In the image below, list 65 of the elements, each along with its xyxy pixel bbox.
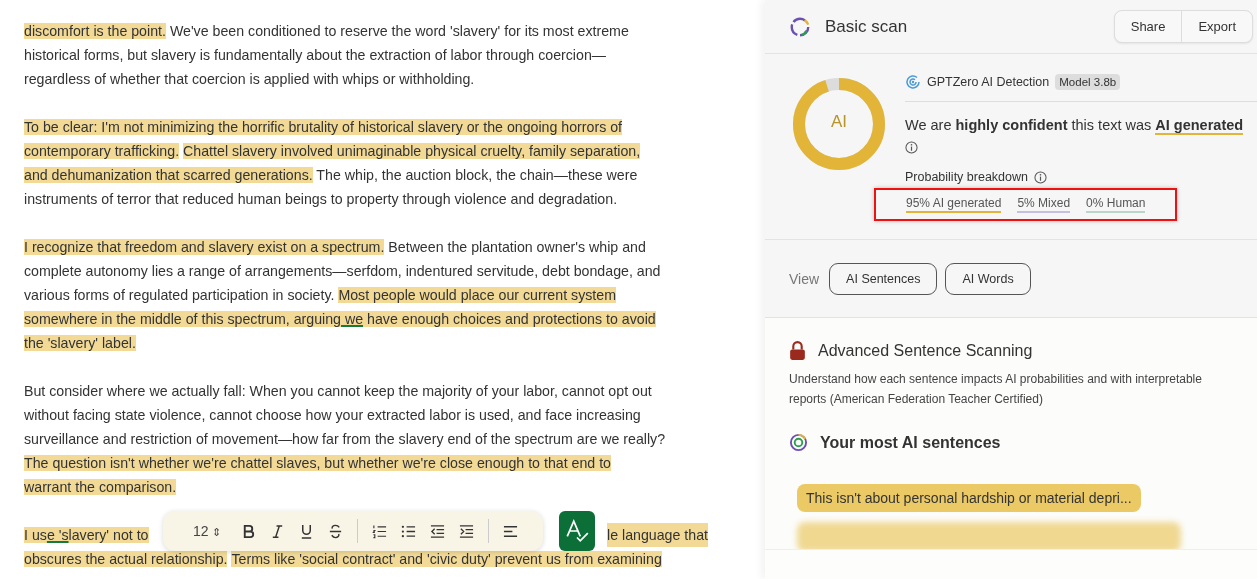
verdict-text: We are highly confident this text was (905, 117, 1152, 135)
model-badge: Model 3.8b (1055, 74, 1121, 90)
editor-text: historical forms, but slavery is fundamentally about the extraction of labor through coercion— (24, 47, 606, 63)
view-label: View (789, 270, 820, 287)
header-action-button[interactable]: Share (1114, 11, 1182, 42)
spellcheck-button[interactable] (559, 511, 595, 551)
scan-logo-icon (789, 433, 808, 452)
editor-text: contemporary trafficking. (24, 143, 180, 159)
editor-text: obscures the actual relationship. (24, 551, 228, 567)
editor-text: I us (24, 527, 47, 543)
scan-logo-icon (789, 15, 811, 38)
editor-text: le language that (607, 523, 708, 547)
editor-text: surveillance and restriction of movement—how far from the slavery end of the spectrum are we really? (24, 431, 666, 447)
editor-text: various forms of regulated participation in society. (24, 287, 336, 303)
numbered-list-icon[interactable] (372, 523, 388, 539)
probability-item: 95% AI generated (906, 196, 1002, 213)
editor-text: I recognize that freedom and slavery exist on a spectrum. (24, 239, 385, 255)
breakdown-title: Probability breakdown (905, 170, 1028, 184)
editor-text: lavery' not to (68, 527, 149, 543)
editor-text: Chattel slavery involved unimaginable physical cruelty, family separation, (183, 143, 641, 159)
editor-text: Most people would place our current system (338, 287, 616, 303)
editor-text: To be clear: I'm not minimizing the horrific brutality of historical slavery or the ongoing horrors of (24, 119, 623, 135)
editor-text: instruments of terror that reduced human beings to property through violence and degradation. (24, 191, 618, 207)
header-action-button[interactable]: Export (1181, 11, 1252, 42)
editor-text: without facing state violence, cannot choose how your extracted labor is used, and face increasing (24, 407, 641, 423)
panel-title: Basic scan (825, 16, 909, 37)
editor-text: The question isn't whether we're chattel slaves, but whether we're close enough to that end to (24, 455, 611, 471)
editor-text: regardless of whether that coercion is applied with whips or withholding. (24, 71, 475, 87)
editor-text: Terms like 'social contract' and 'civic duty' prevent us from examining (231, 551, 662, 567)
editor-text: and dehumanization that scarred generations. (24, 167, 313, 183)
align-left-icon[interactable] (503, 523, 519, 539)
editor-text: The whip, the auction block, the chain—these were (315, 167, 638, 183)
indent-icon[interactable] (459, 523, 475, 539)
editor-text: e 's (46, 527, 69, 543)
outdent-icon[interactable] (430, 523, 446, 539)
editor-text: have enough choices and protections to avoid (363, 311, 656, 327)
bold-icon[interactable] (241, 523, 257, 539)
editor-text: we (341, 311, 364, 327)
section-description: Understand how each sentence impacts AI probabilities and with interpretable reports (American Federation Teacher Certified) (789, 371, 1203, 408)
probability-item: 0% Human (1086, 196, 1146, 213)
bullet-list-icon[interactable] (401, 523, 417, 539)
editor-text: But consider where we actually fall: When you cannot keep the majority of your labor, cannot opt out (24, 383, 652, 399)
editor-text: somewhere in the middle of this spectrum, arguing (24, 311, 341, 327)
font-size-stepper[interactable]: 12 ⇕ (193, 518, 222, 544)
editor-text: complete autonomy lies a range of arrangements—serfdom, indentured servitude, debt bondage, and (24, 263, 661, 279)
editor-text: We've been conditioned to reserve the word 'slavery' for its most extreme (168, 23, 629, 39)
view-option-button[interactable]: AI Words (945, 262, 1031, 295)
strikethrough-icon[interactable] (328, 523, 344, 539)
section-title: Your most AI sentences (820, 433, 1001, 452)
detector-logo-icon (905, 74, 921, 90)
lock-icon (789, 340, 806, 361)
info-icon[interactable] (1034, 170, 1047, 184)
verdict-label: AI generated (1155, 117, 1244, 135)
editor-text: Between the plantation owner's whip and (387, 239, 646, 255)
section-title: Advanced Sentence Scanning (818, 341, 1033, 360)
view-option-button[interactable]: AI Sentences (829, 262, 938, 295)
editor-text: warrant the comparison. (24, 479, 177, 495)
info-icon[interactable] (905, 141, 918, 154)
editor-text: the 'slavery' label. (24, 335, 136, 351)
probability-item: 5% Mixed (1017, 196, 1071, 213)
detector-name: GPTZero AI Detection (927, 75, 1050, 89)
ai-sentence-item[interactable]: This isn't about personal hardship or material depri... (797, 484, 1141, 512)
spellcheck-icon (564, 518, 590, 544)
editor-text: discomfort is the point. (24, 23, 166, 39)
donut-label: AI (829, 112, 849, 132)
